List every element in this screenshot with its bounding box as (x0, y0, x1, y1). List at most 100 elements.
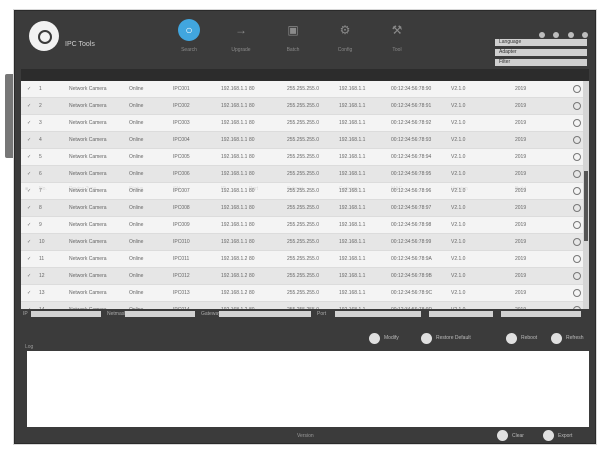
table-cell: 255.255.255.0 (287, 120, 319, 126)
table-cell: V2.1.0 (451, 273, 466, 279)
nav-item-2[interactable]: ▣ Batch (269, 19, 317, 63)
table-cell: Online (129, 222, 144, 228)
help-icon[interactable] (538, 32, 545, 38)
row-checkbox[interactable]: ✓ (27, 115, 31, 131)
table-cell: 192.168.1.1 (339, 188, 366, 194)
row-action-icon[interactable] (573, 200, 581, 216)
table-row[interactable]: ✓ 14Network CameraOnlineIPC014192.168.1.2… (21, 302, 589, 309)
row-action-icon[interactable] (573, 302, 581, 309)
table-cell: 192.168.1.1 (339, 239, 366, 245)
row-checkbox[interactable]: ✓ (27, 149, 31, 165)
row-checkbox[interactable]: ✓ (27, 251, 31, 267)
row-action-icon[interactable] (573, 98, 581, 114)
table-row[interactable]: ✓ 5 Network Camera Online IPC005 192.168.1.14… (21, 149, 589, 166)
netmask-label: Netmask (107, 311, 127, 317)
ip-input[interactable] (31, 311, 101, 317)
table-row[interactable]: ✓1Network CameraOnlineIPC001192.168.1.10… (21, 81, 589, 98)
netmask-input[interactable] (125, 311, 195, 317)
row-checkbox[interactable]: ✓ (27, 200, 31, 216)
restore-default-button[interactable]: Restore Default (421, 332, 471, 344)
row-action-icon[interactable] (573, 183, 581, 199)
table-cell: 00:12:34:56:78:9D (391, 302, 449, 309)
gateway-input[interactable] (219, 311, 289, 317)
row-checkbox[interactable]: ✓ (27, 166, 31, 182)
table-cell: 255.255.255.0 (287, 103, 319, 109)
row-checkbox[interactable]: ✓ (27, 81, 31, 97)
table-cell: IPC009 (173, 222, 190, 228)
ip-label: IP (23, 311, 28, 317)
row-action-icon[interactable] (573, 217, 581, 233)
row-checkbox[interactable]: ✓ (27, 302, 31, 309)
table-row[interactable]: ✓ 11 Network Camera Online IPC011 192.168.1.2… (21, 251, 589, 268)
row-checkbox[interactable]: ✓ (27, 268, 31, 284)
table-row[interactable]: ✓3Network CameraOnlineIPC003192.168.1.12… (21, 115, 589, 132)
table-cell: 192.168.1.1 (339, 290, 366, 296)
reboot-button[interactable]: Reboot (506, 332, 537, 344)
table-row[interactable]: ✓ 4 Network Camera Online IPC004 192.168.1.13… (21, 132, 589, 149)
filter-field[interactable]: Filter (495, 59, 587, 66)
row-checkbox[interactable]: ✓ (27, 98, 31, 114)
nav-item-1[interactable]: → Upgrade (217, 19, 265, 63)
table-row[interactable]: ✓ 6 Network Camera Online IPC006 192.168.1.15… (21, 166, 589, 183)
table-cell: Online (129, 103, 144, 109)
port-input[interactable] (335, 311, 421, 317)
row-action-icon[interactable] (573, 234, 581, 250)
table-cell: IPC012 (173, 273, 190, 279)
settings-icon (573, 153, 581, 161)
row-action-icon[interactable] (573, 268, 581, 284)
table-cell: 80 (249, 171, 255, 177)
row-checkbox[interactable]: ✓ (27, 234, 31, 250)
scrollbar-thumb[interactable] (584, 171, 588, 241)
refresh-button[interactable]: Refresh (551, 332, 584, 344)
nav-item-4[interactable]: ⚒ Tool (373, 19, 421, 63)
settings-icon[interactable] (553, 32, 560, 38)
table-cell: 00:12:34:56:78:99 (391, 239, 432, 245)
table-row[interactable]: ✓ 7 Network Camera Online IPC007 192.168.1.16… (21, 183, 589, 200)
table-cell: 192.168.1.12 (221, 120, 247, 126)
table-row[interactable]: ✓ 9 Network Camera Online IPC009 192.168.1.1 8… (21, 217, 589, 234)
table-row[interactable]: ✓ 10 Network Camera Online IPC010 192.168.1.1… (21, 234, 589, 251)
row-checkbox[interactable]: ✓ (27, 285, 31, 301)
nav-item-3[interactable]: ⚙ Config (321, 19, 369, 63)
adapter-field[interactable]: Adapter (495, 49, 587, 56)
table-cell: IPC005 (173, 154, 190, 160)
clear-button[interactable]: Clear (497, 430, 524, 441)
row-action-icon[interactable] (573, 132, 581, 148)
extra-input[interactable] (429, 311, 493, 317)
table-scrollbar[interactable] (583, 81, 589, 309)
modify-button[interactable]: Modify (369, 332, 399, 344)
row-action-icon[interactable] (573, 251, 581, 267)
table-cell: 00:12:34:56:78:94 (391, 154, 432, 160)
gateway-extra-input[interactable] (289, 311, 311, 317)
table-cell: 255.255.255.0 (287, 290, 319, 296)
table-row[interactable]: ✓ 2 Network Camera Online IPC002 192.168.1.11… (21, 98, 589, 115)
minimize-icon[interactable] (567, 32, 574, 38)
clear-icon (497, 430, 508, 441)
export-button[interactable]: Export (543, 430, 572, 441)
close-icon[interactable] (582, 32, 588, 38)
row-action-icon[interactable] (573, 81, 581, 97)
table-row[interactable]: ✓ 13 Network Camera Online IPC013 192.168.1.2… (21, 285, 589, 302)
table-cell: V2.1.0 (451, 120, 466, 126)
row-action-icon[interactable] (573, 149, 581, 165)
row-action-icon[interactable] (573, 166, 581, 182)
settings-icon (573, 136, 581, 144)
table-row[interactable]: ✓ 8 Network Camera Online IPC008 192.168.1.17… (21, 200, 589, 217)
row-action-icon[interactable] (573, 285, 581, 301)
table-cell: 80 (249, 154, 255, 160)
table-cell: Online (129, 256, 144, 262)
log-panel[interactable] (27, 351, 589, 427)
language-field[interactable]: Language (495, 39, 587, 46)
row-action-icon[interactable] (573, 115, 581, 131)
tool-icon: ⚒ (391, 23, 403, 37)
extra-input-2[interactable] (501, 311, 581, 317)
nav-item-0[interactable]: ○ Search (165, 19, 213, 63)
table-cell: 255.255.255.0 (287, 302, 337, 309)
table-row[interactable]: ✓ 12 Network Camera Online IPC012 192.168.1.2… (21, 268, 589, 285)
table-cell: 192.168.1.1 (339, 171, 366, 177)
row-checkbox[interactable]: ✓ (27, 183, 31, 199)
table-cell: 2019 (515, 120, 527, 126)
row-checkbox[interactable]: ✓ (27, 132, 31, 148)
row-checkbox[interactable]: ✓ (27, 217, 31, 233)
table-cell: 192.168.1.11 (221, 103, 247, 109)
